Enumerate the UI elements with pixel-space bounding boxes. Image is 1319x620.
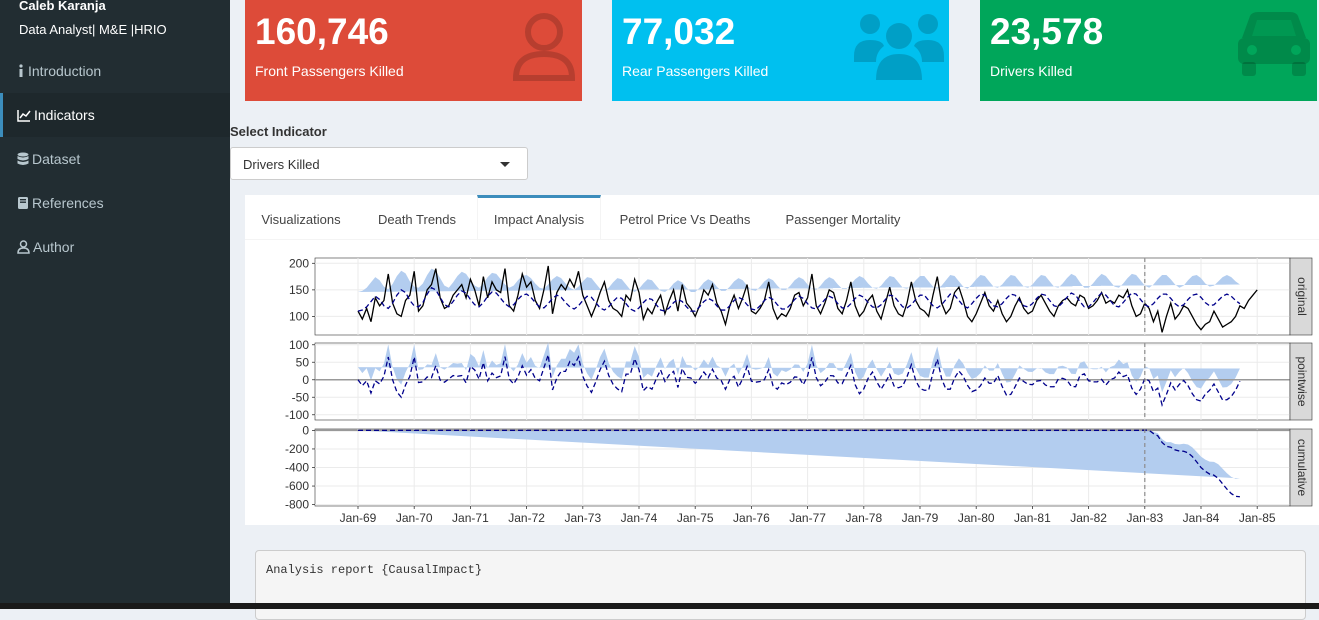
user-icon: [512, 13, 576, 81]
tab-death-trends[interactable]: Death Trends: [363, 195, 471, 239]
y-tick-label: 200: [289, 256, 309, 270]
impact-analysis-chart: 100 150 200 original -100 -50 0 50 100 pointwise -…: [285, 256, 1313, 525]
x-tick-label: Jan-78: [845, 511, 882, 525]
sidebar-item-label: Author: [33, 239, 75, 255]
y-tick-label: -400: [285, 461, 309, 475]
facet-strip-label: original: [1295, 277, 1309, 316]
tab-impact-analysis[interactable]: Impact Analysis: [477, 195, 601, 239]
analysis-report: Analysis report {CausalImpact}: [255, 550, 1306, 620]
y-tick-label: 100: [289, 309, 309, 323]
sidebar-item-label: Introduction: [28, 63, 102, 79]
facet-strip-label: pointwise: [1295, 356, 1309, 406]
value-box-value: 23,578: [990, 11, 1104, 52]
y-tick-label: -50: [292, 390, 310, 404]
x-tick-label: Jan-77: [789, 511, 826, 525]
user-role: Data Analyst| M&E |HRIO: [19, 22, 167, 37]
sidebar: Caleb Karanja Data Analyst| M&E |HRIO In…: [0, 0, 230, 609]
x-tick-label: Jan-75: [677, 511, 714, 525]
value-box-rear-passengers: 77,032 Rear Passengers Killed: [612, 0, 949, 101]
user-name: Caleb Karanja: [19, 0, 106, 13]
indicator-select-value: Drivers Killed: [243, 157, 320, 172]
x-tick-label: Jan-70: [396, 511, 433, 525]
taskbar: [0, 603, 1319, 609]
users-icon: [854, 14, 944, 80]
y-tick-label: -600: [285, 479, 309, 493]
line-chart-icon: [17, 109, 31, 122]
car-icon: [1238, 12, 1310, 76]
analysis-report-text: Analysis report {CausalImpact}: [266, 563, 483, 577]
y-tick-label: 0: [302, 373, 309, 387]
panel-frame: [314, 257, 1291, 336]
book-icon: [18, 197, 28, 209]
x-tick-label: Jan-82: [1070, 511, 1107, 525]
x-tick-label: Jan-72: [508, 511, 545, 525]
value-box-label: Drivers Killed: [990, 63, 1073, 79]
sidebar-item-indicators[interactable]: Indicators: [0, 93, 230, 137]
value-box-value: 77,032: [622, 11, 736, 52]
select-indicator-label: Select Indicator: [230, 124, 327, 139]
indicator-select[interactable]: Drivers Killed: [230, 147, 528, 180]
tab-visualizations[interactable]: Visualizations: [245, 195, 357, 239]
sidebar-item-dataset[interactable]: Dataset: [0, 137, 230, 181]
user-icon: [17, 240, 30, 254]
y-tick-label: 50: [296, 355, 310, 369]
x-tick-label: Jan-69: [340, 511, 377, 525]
tab-petrol-price-vs-deaths[interactable]: Petrol Price Vs Deaths: [607, 195, 763, 239]
value-box-front-passengers: 160,746 Front Passengers Killed: [245, 0, 582, 101]
y-tick-label: -200: [285, 442, 309, 456]
y-tick-label: -800: [285, 498, 309, 512]
y-tick-label: 150: [289, 283, 309, 297]
sidebar-item-author[interactable]: Author: [0, 225, 230, 269]
x-tick-label: Jan-83: [1126, 511, 1163, 525]
y-tick-label: 100: [289, 338, 309, 352]
sidebar-item-references[interactable]: References: [0, 181, 230, 225]
x-tick-label: Jan-81: [1014, 511, 1051, 525]
sidebar-item-label: Indicators: [34, 107, 95, 123]
x-tick-label: Jan-74: [621, 511, 658, 525]
x-tick-label: Jan-76: [733, 511, 770, 525]
sidebar-item-introduction[interactable]: Introduction: [0, 49, 230, 93]
x-tick-label: Jan-73: [564, 511, 601, 525]
value-box-label: Rear Passengers Killed: [622, 63, 769, 79]
sidebar-item-label: References: [32, 195, 104, 211]
y-tick-label: -100: [285, 408, 309, 422]
info-icon: [19, 64, 23, 77]
y-tick-label: 0: [302, 423, 309, 437]
x-tick-label: Jan-80: [958, 511, 995, 525]
x-tick-label: Jan-84: [1183, 511, 1220, 525]
facet-strip-label: cumulative: [1295, 439, 1309, 497]
caret-down-icon: [500, 162, 510, 167]
x-tick-label: Jan-85: [1239, 511, 1276, 525]
x-tick-label: Jan-79: [902, 511, 939, 525]
x-tick-label: Jan-71: [452, 511, 489, 525]
tab-passenger-mortality[interactable]: Passenger Mortality: [769, 195, 917, 239]
value-box-value: 160,746: [255, 11, 389, 52]
database-icon: [17, 152, 29, 165]
value-box-drivers: 23,578 Drivers Killed: [980, 0, 1317, 101]
sidebar-item-label: Dataset: [32, 151, 81, 167]
value-box-label: Front Passengers Killed: [255, 63, 404, 79]
